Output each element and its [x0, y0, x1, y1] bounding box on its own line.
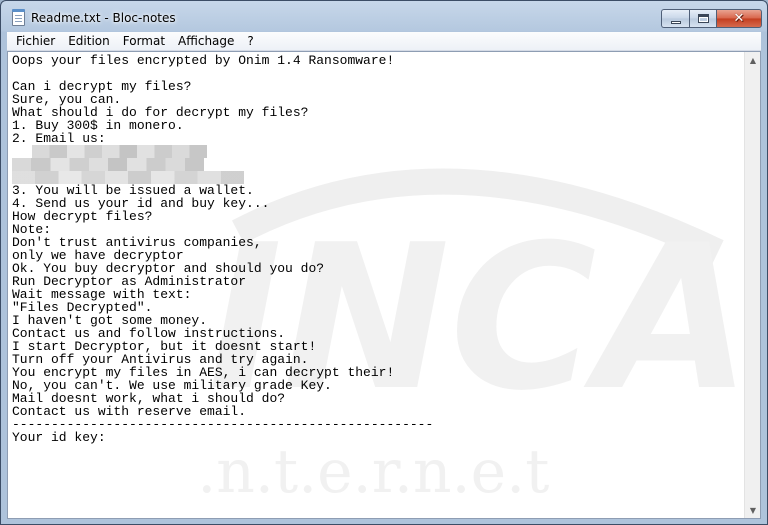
- menu-fichier[interactable]: Fichier: [9, 32, 61, 51]
- close-button[interactable]: ✕: [716, 9, 762, 28]
- minimize-icon: [670, 20, 681, 24]
- window-bottom-frame: [7, 519, 761, 524]
- text-line: How decrypt files?: [12, 209, 153, 224]
- window-title: Readme.txt - Bloc-notes: [31, 11, 176, 25]
- notepad-window: Readme.txt - Bloc-notes ✕ Fichier Editio…: [0, 0, 768, 525]
- caption-buttons: ✕: [661, 9, 762, 28]
- menu-bar: Fichier Edition Format Affichage ?: [7, 32, 761, 51]
- menu-affichage[interactable]: Affichage: [171, 32, 240, 51]
- redacted-email-2: [12, 158, 745, 171]
- menu-format[interactable]: Format: [116, 32, 171, 51]
- id-key-label: Your id key:: [12, 430, 106, 445]
- text-content[interactable]: Oops your files encrypted by Onim 1.4 Ra…: [8, 52, 745, 518]
- redacted-email-3: [12, 171, 745, 184]
- text-line: Oops your files encrypted by Onim 1.4 Ra…: [12, 53, 395, 68]
- text-line: 1. Buy 300$ in monero.: [12, 118, 184, 133]
- arrow-down-icon[interactable]: ▼: [745, 502, 760, 518]
- arrow-up-icon[interactable]: ▲: [745, 52, 760, 68]
- maximize-button[interactable]: [689, 9, 716, 28]
- separator-line: ----------------------------------------…: [12, 417, 434, 432]
- editor-area[interactable]: INCA i.n.t.e.r.n.e.t Oops your files enc…: [7, 51, 761, 519]
- maximize-icon: [697, 14, 709, 23]
- menu-help[interactable]: ?: [240, 32, 259, 51]
- title-bar[interactable]: Readme.txt - Bloc-notes ✕: [1, 1, 767, 31]
- vertical-scrollbar[interactable]: ▲ ▼: [744, 52, 760, 518]
- text-line: Can i decrypt my files?: [12, 79, 192, 94]
- close-icon: ✕: [733, 11, 745, 26]
- redacted-email-1: [12, 145, 745, 158]
- text-line: 2. Email us:: [12, 131, 106, 146]
- menu-edition[interactable]: Edition: [61, 32, 116, 51]
- notepad-icon[interactable]: [12, 9, 25, 26]
- minimize-button[interactable]: [661, 9, 689, 28]
